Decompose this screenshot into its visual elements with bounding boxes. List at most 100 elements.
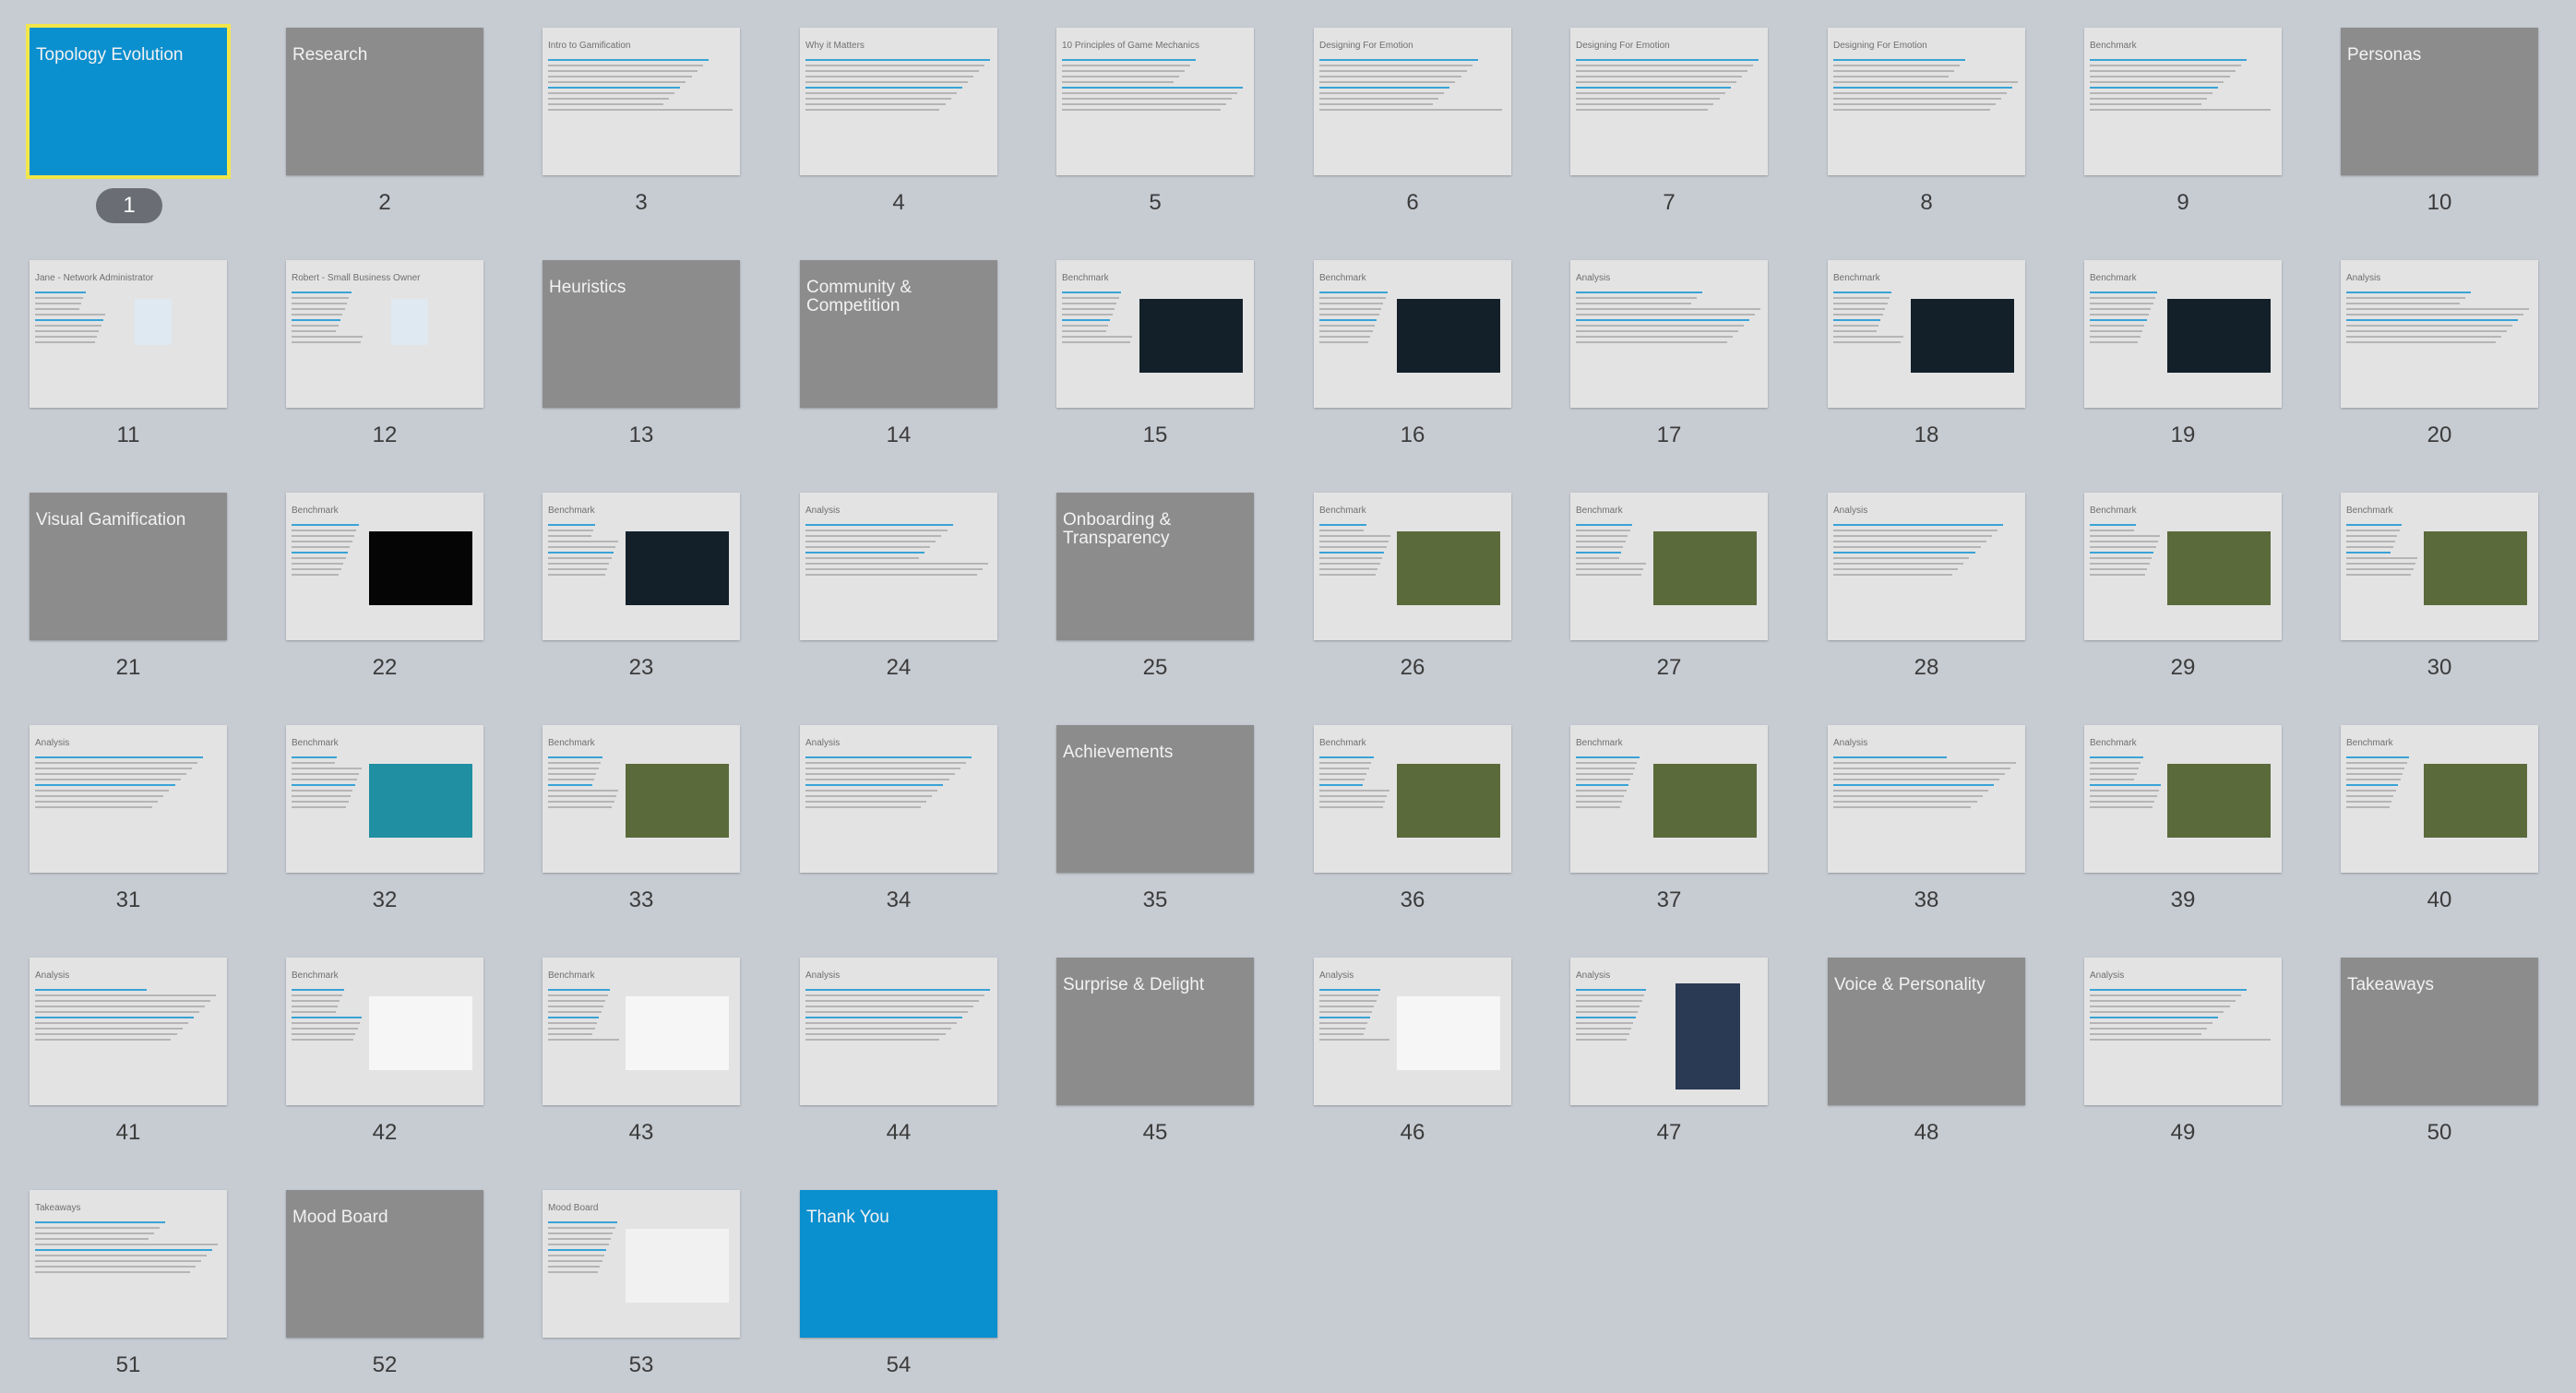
slide-thumbnail-47[interactable]: Analysis <box>1570 958 1768 1105</box>
slide-cell-42[interactable]: Benchmark 42 <box>286 958 483 1161</box>
slide-thumbnail-43[interactable]: Benchmark <box>543 958 740 1105</box>
slide-thumbnail-10[interactable]: Personas <box>2341 28 2538 175</box>
slide-thumbnail-20[interactable]: Analysis <box>2341 260 2538 408</box>
slide-cell-33[interactable]: Benchmark 33 <box>543 725 740 928</box>
slide-cell-31[interactable]: Analysis 31 <box>30 725 227 928</box>
slide-thumbnail-24[interactable]: Analysis <box>800 493 997 640</box>
slide-cell-40[interactable]: Benchmark 40 <box>2341 725 2538 928</box>
slide-thumbnail-7[interactable]: Designing For Emotion <box>1570 28 1768 175</box>
slide-cell-13[interactable]: Heuristics 13 <box>543 260 740 463</box>
slide-thumbnail-45[interactable]: Surprise & Delight <box>1056 958 1254 1105</box>
slide-cell-34[interactable]: Analysis 34 <box>800 725 997 928</box>
slide-cell-10[interactable]: Personas 10 <box>2341 28 2538 231</box>
slide-thumbnail-33[interactable]: Benchmark <box>543 725 740 873</box>
slide-cell-15[interactable]: Benchmark 15 <box>1056 260 1254 463</box>
slide-thumbnail-5[interactable]: 10 Principles of Game Mechanics <box>1056 28 1254 175</box>
slide-thumbnail-6[interactable]: Designing For Emotion <box>1314 28 1511 175</box>
slide-thumbnail-14[interactable]: Community & Competition <box>800 260 997 408</box>
slide-cell-5[interactable]: 10 Principles of Game Mechanics 5 <box>1056 28 1254 231</box>
slide-cell-23[interactable]: Benchmark 23 <box>543 493 740 696</box>
slide-thumbnail-26[interactable]: Benchmark <box>1314 493 1511 640</box>
slide-cell-25[interactable]: Onboarding & Transparency 25 <box>1056 493 1254 696</box>
slide-cell-19[interactable]: Benchmark 19 <box>2084 260 2282 463</box>
slide-cell-14[interactable]: Community & Competition 14 <box>800 260 997 463</box>
slide-cell-49[interactable]: Analysis 49 <box>2084 958 2282 1161</box>
slide-cell-17[interactable]: Analysis 17 <box>1570 260 1768 463</box>
slide-thumbnail-29[interactable]: Benchmark <box>2084 493 2282 640</box>
slide-cell-27[interactable]: Benchmark 27 <box>1570 493 1768 696</box>
slide-thumbnail-34[interactable]: Analysis <box>800 725 997 873</box>
slide-thumbnail-31[interactable]: Analysis <box>30 725 227 873</box>
slide-cell-46[interactable]: Analysis 46 <box>1314 958 1511 1161</box>
slide-cell-44[interactable]: Analysis 44 <box>800 958 997 1161</box>
slide-cell-53[interactable]: Mood Board 53 <box>543 1190 740 1393</box>
slide-thumbnail-16[interactable]: Benchmark <box>1314 260 1511 408</box>
slide-thumbnail-15[interactable]: Benchmark <box>1056 260 1254 408</box>
slide-thumbnail-42[interactable]: Benchmark <box>286 958 483 1105</box>
slide-cell-35[interactable]: Achievements 35 <box>1056 725 1254 928</box>
slide-thumbnail-48[interactable]: Voice & Personality <box>1828 958 2025 1105</box>
slide-thumbnail-17[interactable]: Analysis <box>1570 260 1768 408</box>
slide-cell-21[interactable]: Visual Gamification 21 <box>30 493 227 696</box>
slide-cell-48[interactable]: Voice & Personality 48 <box>1828 958 2025 1161</box>
slide-cell-3[interactable]: Intro to Gamification 3 <box>543 28 740 231</box>
slide-thumbnail-39[interactable]: Benchmark <box>2084 725 2282 873</box>
slide-thumbnail-53[interactable]: Mood Board <box>543 1190 740 1338</box>
slide-thumbnail-4[interactable]: Why it Matters <box>800 28 997 175</box>
slide-thumbnail-22[interactable]: Benchmark <box>286 493 483 640</box>
slide-cell-8[interactable]: Designing For Emotion 8 <box>1828 28 2025 231</box>
slide-cell-2[interactable]: Research 2 <box>286 28 483 231</box>
slide-cell-4[interactable]: Why it Matters 4 <box>800 28 997 231</box>
slide-cell-47[interactable]: Analysis 47 <box>1570 958 1768 1161</box>
slide-cell-18[interactable]: Benchmark 18 <box>1828 260 2025 463</box>
slide-cell-22[interactable]: Benchmark 22 <box>286 493 483 696</box>
slide-thumbnail-27[interactable]: Benchmark <box>1570 493 1768 640</box>
slide-thumbnail-36[interactable]: Benchmark <box>1314 725 1511 873</box>
slide-cell-39[interactable]: Benchmark 39 <box>2084 725 2282 928</box>
slide-thumbnail-54[interactable]: Thank You <box>800 1190 997 1338</box>
slide-cell-24[interactable]: Analysis 24 <box>800 493 997 696</box>
slide-thumbnail-3[interactable]: Intro to Gamification <box>543 28 740 175</box>
slide-cell-11[interactable]: Jane - Network Administrator 11 <box>30 260 227 463</box>
slide-thumbnail-9[interactable]: Benchmark <box>2084 28 2282 175</box>
slide-thumbnail-1[interactable]: Topology Evolution <box>26 24 231 179</box>
slide-thumbnail-40[interactable]: Benchmark <box>2341 725 2538 873</box>
slide-thumbnail-21[interactable]: Visual Gamification <box>30 493 227 640</box>
slide-cell-52[interactable]: Mood Board 52 <box>286 1190 483 1393</box>
slide-thumbnail-41[interactable]: Analysis <box>30 958 227 1105</box>
slide-thumbnail-30[interactable]: Benchmark <box>2341 493 2538 640</box>
slide-cell-30[interactable]: Benchmark 30 <box>2341 493 2538 696</box>
slide-cell-50[interactable]: Takeaways 50 <box>2341 958 2538 1161</box>
slide-cell-32[interactable]: Benchmark 32 <box>286 725 483 928</box>
slide-thumbnail-32[interactable]: Benchmark <box>286 725 483 873</box>
slide-thumbnail-12[interactable]: Robert - Small Business Owner <box>286 260 483 408</box>
slide-cell-51[interactable]: Takeaways 51 <box>30 1190 227 1393</box>
slide-thumbnail-49[interactable]: Analysis <box>2084 958 2282 1105</box>
slide-thumbnail-37[interactable]: Benchmark <box>1570 725 1768 873</box>
slide-thumbnail-50[interactable]: Takeaways <box>2341 958 2538 1105</box>
slide-thumbnail-13[interactable]: Heuristics <box>543 260 740 408</box>
slide-cell-20[interactable]: Analysis 20 <box>2341 260 2538 463</box>
slide-thumbnail-51[interactable]: Takeaways <box>30 1190 227 1338</box>
slide-thumbnail-18[interactable]: Benchmark <box>1828 260 2025 408</box>
slide-cell-16[interactable]: Benchmark 16 <box>1314 260 1511 463</box>
slide-thumbnail-19[interactable]: Benchmark <box>2084 260 2282 408</box>
slide-cell-26[interactable]: Benchmark 26 <box>1314 493 1511 696</box>
slide-cell-43[interactable]: Benchmark 43 <box>543 958 740 1161</box>
slide-thumbnail-38[interactable]: Analysis <box>1828 725 2025 873</box>
slide-cell-41[interactable]: Analysis 41 <box>30 958 227 1161</box>
slide-cell-7[interactable]: Designing For Emotion 7 <box>1570 28 1768 231</box>
slide-cell-36[interactable]: Benchmark 36 <box>1314 725 1511 928</box>
slide-cell-29[interactable]: Benchmark 29 <box>2084 493 2282 696</box>
slide-thumbnail-52[interactable]: Mood Board <box>286 1190 483 1338</box>
slide-cell-1[interactable]: Topology Evolution 1 <box>26 24 231 231</box>
slide-thumbnail-2[interactable]: Research <box>286 28 483 175</box>
slide-cell-6[interactable]: Designing For Emotion 6 <box>1314 28 1511 231</box>
slide-thumbnail-46[interactable]: Analysis <box>1314 958 1511 1105</box>
slide-thumbnail-44[interactable]: Analysis <box>800 958 997 1105</box>
slide-cell-12[interactable]: Robert - Small Business Owner 12 <box>286 260 483 463</box>
slide-cell-54[interactable]: Thank You 54 <box>800 1190 997 1393</box>
slide-thumbnail-25[interactable]: Onboarding & Transparency <box>1056 493 1254 640</box>
slide-cell-45[interactable]: Surprise & Delight 45 <box>1056 958 1254 1161</box>
slide-thumbnail-8[interactable]: Designing For Emotion <box>1828 28 2025 175</box>
